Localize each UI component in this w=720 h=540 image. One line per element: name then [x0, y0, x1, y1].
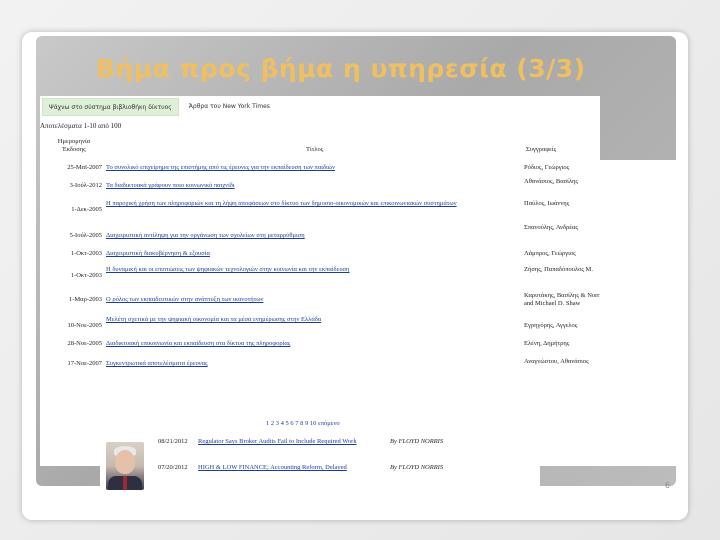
row-title-link[interactable]: Τα διαδικτυακά γράφουν ποιο κοινωνικό πα… — [106, 182, 546, 190]
row-title-link[interactable]: Ο ρόλος των εκπαιδευτικών στην ανάπτυξη … — [106, 296, 546, 304]
row-date: 10-Νοε-2005 — [67, 322, 102, 329]
results-count: Αποτελέσματα 1-10 από 100 — [40, 122, 122, 130]
row-title-link[interactable]: Το συνολικό επιχείρημα της επιστήμης από… — [106, 164, 546, 172]
slide-title: Βήμα προς βήμα η υπηρεσία (3/3) — [96, 54, 586, 83]
row-date: 5-Ιούλ-2005 — [69, 232, 102, 239]
row-date: 3-Ιούλ-2012 — [69, 182, 102, 189]
news-date: 08/21/2012 — [158, 438, 188, 445]
row-date: 1-Δεκ-2005 — [71, 206, 102, 213]
column-header-title: Τίτλος — [306, 146, 324, 153]
row-date: 17-Νοε-2007 — [67, 360, 102, 367]
news-author: By FLOYD NORRIS — [390, 438, 444, 445]
row-title-link[interactable]: Μελέτη σχετικά με την ψηφιακή οικονομία … — [106, 316, 546, 324]
browser-tabs: Ψάχνω στο σύστημα βιβλιοθήκη δίκτυος Άρθ… — [42, 98, 276, 116]
news-date: 07/20/2012 — [158, 464, 188, 471]
row-date: 1-Μαρ-2003 — [68, 296, 102, 303]
row-date: 28-Νοε-2005 — [67, 340, 102, 347]
row-title-link[interactable]: Διαδικτυακή επικοινωνία και εκπαίδευση σ… — [106, 340, 546, 348]
row-date: 1-Οκτ-2003 — [70, 250, 102, 257]
row-date: 1-Οκτ-2003 — [70, 272, 102, 279]
screenshot-browser-window: Ψάχνω στο σύστημα βιβλιοθήκη δίκτυος Άρθ… — [40, 96, 604, 466]
page-number: 6 — [664, 481, 670, 490]
pagination[interactable]: 1 2 3 4 5 6 7 8 9 10 επόμενο — [266, 420, 340, 427]
nytimes-results: 08/21/2012 Regulator Says Broker Audits … — [100, 436, 540, 520]
news-author: By FLOYD NORRIS — [390, 464, 444, 471]
author-photo — [106, 442, 144, 490]
column-header-date: Ημερομηνία Έκδοσης — [57, 138, 91, 153]
row-date: 25-Μαϊ-2007 — [67, 164, 102, 171]
row-title-link[interactable]: Συγκεντρωτικά αποτελέσματα έρευνας — [106, 360, 546, 368]
news-title-link[interactable]: HIGH & LOW FINANCE; Accounting Reform, D… — [198, 464, 347, 471]
row-title-link[interactable]: Διαχειριστική διακυβέρνηση & εξουσία — [106, 250, 546, 258]
screenshot-right-extension — [600, 160, 676, 466]
tab-library-search[interactable]: Ψάχνω στο σύστημα βιβλιοθήκη δίκτυος — [42, 98, 179, 116]
tab-nytimes[interactable]: Άρθρα του New York Times — [182, 98, 276, 116]
news-title-link[interactable]: Regulator Says Broker Audits Fail to Inc… — [198, 438, 357, 445]
row-title-link[interactable]: Η παροχική χρήση των πληροφοριών και τη … — [106, 200, 546, 208]
row-title-link[interactable]: Διαχειριστική αντίληψη για την οργάνωση … — [106, 232, 546, 240]
slide-frame: Βήμα προς βήμα η υπηρεσία (3/3) Ψάχνω στ… — [22, 32, 688, 520]
row-title-link[interactable]: Η δυναμική και οι επιπτώσεις των ψηφιακώ… — [106, 266, 546, 274]
column-header-author: Συγγραφείς — [526, 146, 557, 153]
